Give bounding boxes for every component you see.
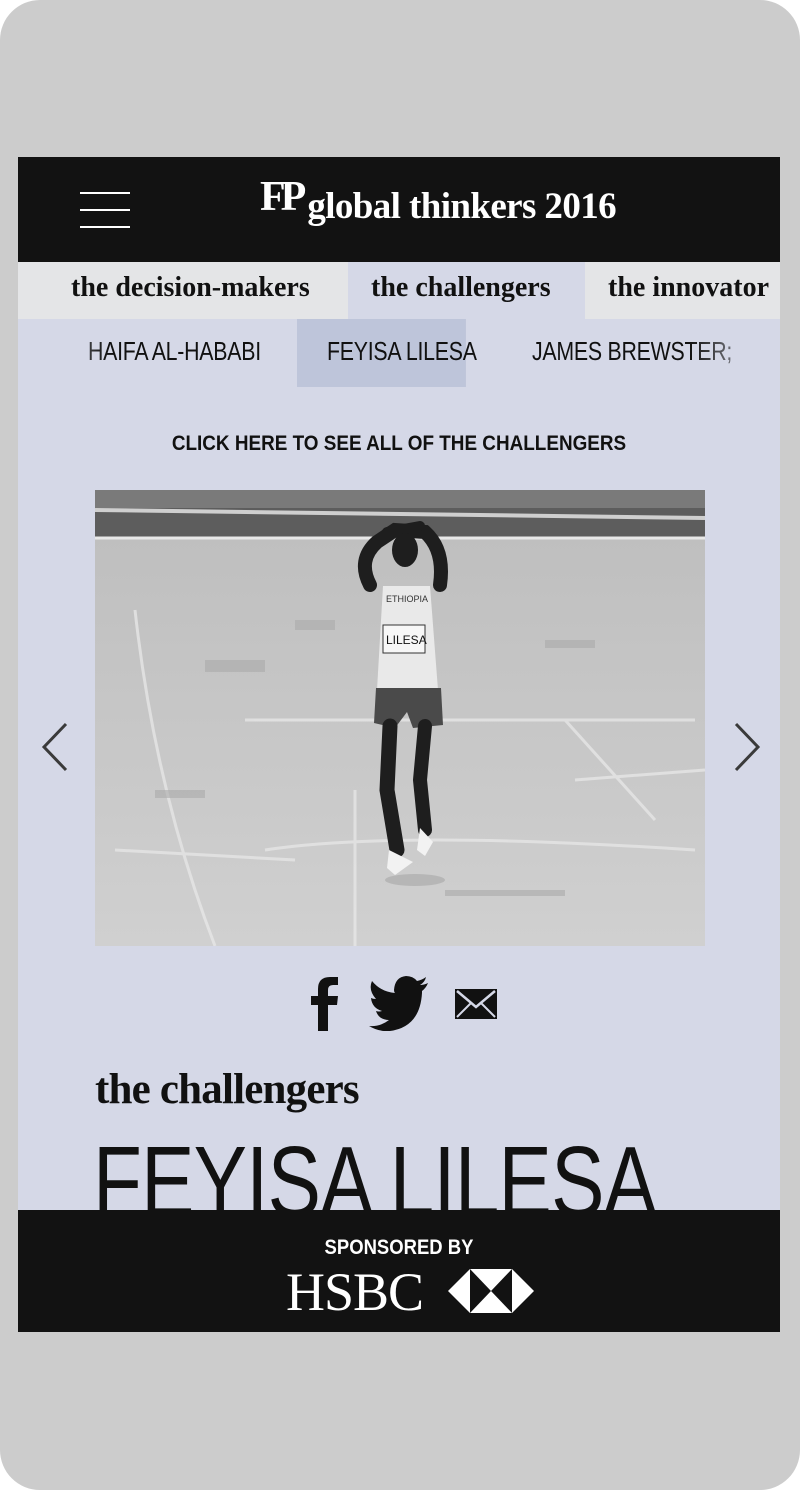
device-frame: FP global thinkers 2016 the decision-make…	[0, 0, 800, 1490]
hsbc-hexagon-icon	[448, 1269, 534, 1313]
tab-challengers[interactable]: the challengers	[348, 262, 585, 319]
app-screen: FP global thinkers 2016 the decision-make…	[18, 157, 780, 1332]
email-icon[interactable]	[454, 975, 498, 1031]
person-tab-james-brewster[interactable]: JAMES BREWSTER;	[532, 319, 732, 387]
section-title: the challengers	[95, 1066, 360, 1113]
next-arrow-icon[interactable]	[728, 722, 764, 772]
hsbc-wordmark: HSBC	[286, 1262, 424, 1322]
sponsor-bar: SPONSORED BY HSBC	[18, 1210, 780, 1332]
see-all-challengers-link[interactable]: CLICK HERE TO SEE ALL OF THE CHALLENGERS	[56, 432, 742, 456]
shirt-label: ETHIOPIA	[386, 594, 428, 604]
bib-label: LILESA	[386, 633, 427, 647]
tab-decision-makers[interactable]: the decision-makers	[18, 262, 348, 319]
previous-arrow-icon[interactable]	[38, 722, 74, 772]
profile-photo: LILESA ETHIOPIA	[95, 490, 705, 946]
sponsor-label: SPONSORED BY	[324, 1236, 474, 1259]
logo-fp: FP	[260, 174, 306, 220]
logo-text: global thinkers 2016	[307, 186, 617, 227]
person-tabs: HAIFA AL-HABABI FEYISA LILESA JAMES BREW…	[18, 319, 780, 387]
facebook-icon[interactable]	[299, 975, 349, 1031]
category-tabs: the decision-makers the challengers the …	[18, 262, 780, 319]
runner-photo-illustration: LILESA ETHIOPIA	[95, 490, 705, 946]
top-bar: FP global thinkers 2016	[18, 157, 780, 262]
tab-innovators[interactable]: the innovator	[585, 262, 780, 319]
site-logo[interactable]: FP global thinkers 2016	[260, 174, 617, 237]
twitter-icon[interactable]	[368, 975, 430, 1031]
person-tab-feyisa-lilesa[interactable]: FEYISA LILESA	[327, 319, 477, 387]
person-tab-haifa-al-hababi[interactable]: HAIFA AL-HABABI	[88, 319, 261, 387]
hamburger-menu-icon[interactable]	[80, 192, 130, 228]
